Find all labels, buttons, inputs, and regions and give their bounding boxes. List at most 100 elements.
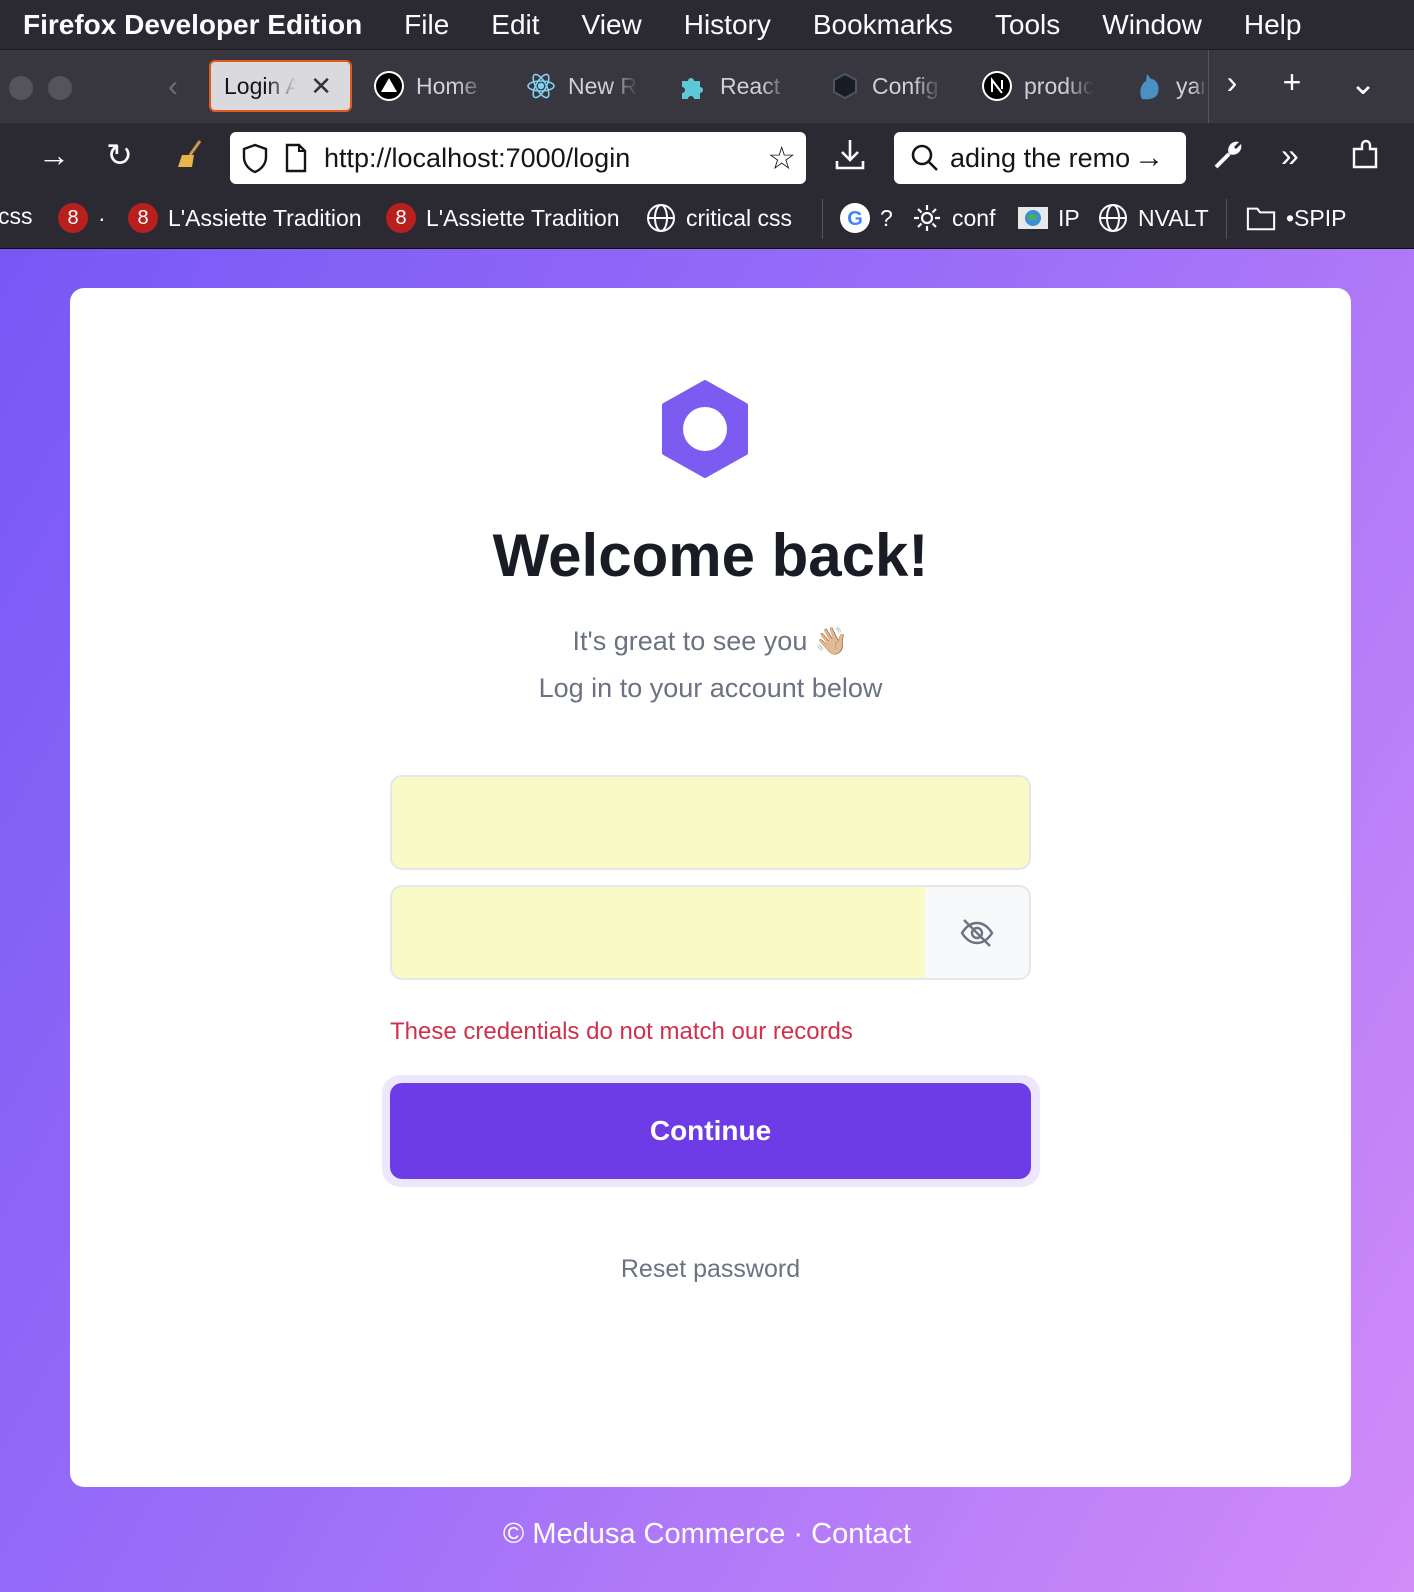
- app-name-menu[interactable]: Firefox Developer Edition: [23, 9, 362, 41]
- menu-bookmarks[interactable]: Bookmarks: [813, 9, 953, 41]
- shield-icon[interactable]: [240, 142, 270, 174]
- bookmark-critical-css[interactable]: critical css: [646, 203, 792, 233]
- bookmark-assiette-2[interactable]: 8 L'Assiette Tradition: [386, 203, 620, 233]
- bookmark-conf[interactable]: conf: [912, 203, 995, 233]
- tab-login[interactable]: Login Ac ✕: [209, 60, 352, 112]
- red-circle-icon: 8: [128, 203, 158, 233]
- tab-new-r[interactable]: New R: [526, 60, 656, 112]
- tab-react[interactable]: React: [678, 60, 808, 112]
- bookmark-label: ?: [880, 204, 893, 231]
- wrench-icon[interactable]: [1212, 137, 1246, 178]
- bookmark-assiette-1[interactable]: 8 L'Assiette Tradition: [128, 203, 362, 233]
- svg-text:G: G: [847, 208, 863, 230]
- globe-icon: [646, 203, 676, 233]
- email-field-wrapper: [390, 775, 1031, 870]
- search-bar[interactable]: ading the remo →: [894, 132, 1186, 184]
- url-text[interactable]: http://localhost:7000/login: [324, 143, 630, 174]
- email-field[interactable]: [392, 777, 1029, 868]
- nextjs-icon: [982, 71, 1012, 101]
- bookmark-label: NVALT: [1138, 204, 1209, 231]
- bookmark-label: IP: [1058, 204, 1080, 231]
- toggle-password-visibility[interactable]: [925, 887, 1029, 978]
- bookmark-label: L'Assiette Tradition: [168, 204, 362, 231]
- red-circle-icon: 8: [58, 203, 88, 233]
- menu-history[interactable]: History: [684, 9, 771, 41]
- welcome-title: Welcome back!: [492, 522, 929, 589]
- bookmark-label: conf: [952, 204, 996, 231]
- tab-strip-divider: [1208, 50, 1209, 124]
- google-icon: G: [840, 203, 870, 233]
- tab-strip: ‹ Login Ac ✕ Home New R React Config pro…: [0, 49, 1414, 124]
- bookmark-ip[interactable]: IP: [1018, 203, 1080, 233]
- tab-home[interactable]: Home: [374, 60, 504, 112]
- subtitle-instruction: Log in to your account below: [538, 673, 883, 703]
- bookmark-dot[interactable]: 8 ·: [58, 203, 106, 233]
- page-content: Welcome back! It's great to see you 👋🏼 L…: [0, 249, 1414, 1592]
- tab-scroll-right-icon[interactable]: ›: [1212, 64, 1252, 101]
- tab-label: React: [720, 72, 781, 99]
- bookmark-label: •SPIP: [1286, 204, 1347, 231]
- menu-view[interactable]: View: [582, 9, 642, 41]
- bookmark-nvalt[interactable]: NVALT: [1098, 203, 1209, 233]
- page-icon[interactable]: [284, 143, 308, 173]
- search-icon: [910, 143, 940, 173]
- gear-icon: [912, 203, 942, 233]
- tab-scroll-left-icon[interactable]: ‹: [168, 70, 178, 104]
- network-icon: [1018, 203, 1048, 233]
- downloads-icon[interactable]: [834, 137, 866, 178]
- new-tab-icon[interactable]: +: [1272, 64, 1312, 101]
- bookmark-spip-folder[interactable]: •SPIP: [1246, 203, 1346, 233]
- close-tab-icon[interactable]: ✕: [310, 71, 332, 102]
- search-go-icon[interactable]: →: [1134, 141, 1164, 175]
- search-text[interactable]: ading the remo: [950, 143, 1130, 174]
- error-message: These credentials do not match our recor…: [390, 1018, 853, 1045]
- window-close-dot[interactable]: [9, 76, 33, 100]
- tab-label: Login Ac: [224, 72, 296, 99]
- tab-label: Config: [872, 72, 939, 99]
- forward-icon[interactable]: →: [38, 137, 70, 173]
- extensions-icon[interactable]: [1350, 137, 1382, 178]
- macos-menubar: Firefox Developer Edition File Edit View…: [0, 0, 1414, 49]
- footer-text[interactable]: © Medusa Commerce · Contact: [0, 1518, 1414, 1551]
- overflow-menu-icon[interactable]: »: [1281, 137, 1299, 173]
- menu-help[interactable]: Help: [1244, 9, 1302, 41]
- folder-icon: [1246, 203, 1276, 233]
- puzzle-icon: [678, 71, 708, 101]
- reload-icon[interactable]: ↻: [106, 137, 133, 173]
- bookmark-separator: [822, 199, 823, 239]
- menu-file[interactable]: File: [404, 9, 449, 41]
- window-minimize-dot[interactable]: [48, 76, 72, 100]
- continue-button[interactable]: Continue: [390, 1083, 1031, 1179]
- bookmark-label: critical css: [686, 204, 793, 231]
- bookmark-css[interactable]: css: [0, 203, 33, 230]
- login-card: Welcome back! It's great to see you 👋🏼 L…: [70, 288, 1351, 1487]
- red-circle-icon: 8: [386, 203, 416, 233]
- menu-window[interactable]: Window: [1102, 9, 1202, 41]
- medusa-hex-icon: [830, 71, 860, 101]
- bookmark-google[interactable]: G ?: [840, 203, 893, 233]
- broom-icon[interactable]: [174, 137, 208, 180]
- url-bar[interactable]: http://localhost:7000/login ☆: [230, 132, 806, 184]
- triangle-logo-icon: [374, 71, 404, 101]
- reset-password-link[interactable]: Reset password: [70, 1255, 1351, 1284]
- tab-yarn[interactable]: yar: [1134, 60, 1208, 112]
- menu-edit[interactable]: Edit: [491, 9, 539, 41]
- bookmark-separator: [1226, 199, 1227, 239]
- react-icon: [526, 71, 556, 101]
- password-field[interactable]: [392, 887, 928, 978]
- bookmark-label: ·: [98, 204, 106, 231]
- tab-config[interactable]: Config: [830, 60, 960, 112]
- globe-icon: [1098, 203, 1128, 233]
- tab-label: produc: [1024, 72, 1094, 99]
- navigation-toolbar: → ↻ http://localhost:7000/login ☆ ading …: [0, 123, 1414, 189]
- tab-label: Home: [416, 72, 478, 99]
- menu-tools[interactable]: Tools: [995, 9, 1060, 41]
- list-all-tabs-icon[interactable]: ⌄: [1343, 64, 1383, 102]
- bookmark-label: css: [0, 203, 33, 229]
- bookmark-star-icon[interactable]: ☆: [767, 139, 796, 177]
- subtitle-greeting: It's great to see you 👋🏼: [572, 626, 849, 656]
- tab-label: yar: [1176, 72, 1206, 99]
- tab-produc[interactable]: produc: [982, 60, 1112, 112]
- eye-slash-icon: [960, 918, 994, 947]
- bookmark-label: L'Assiette Tradition: [426, 204, 620, 231]
